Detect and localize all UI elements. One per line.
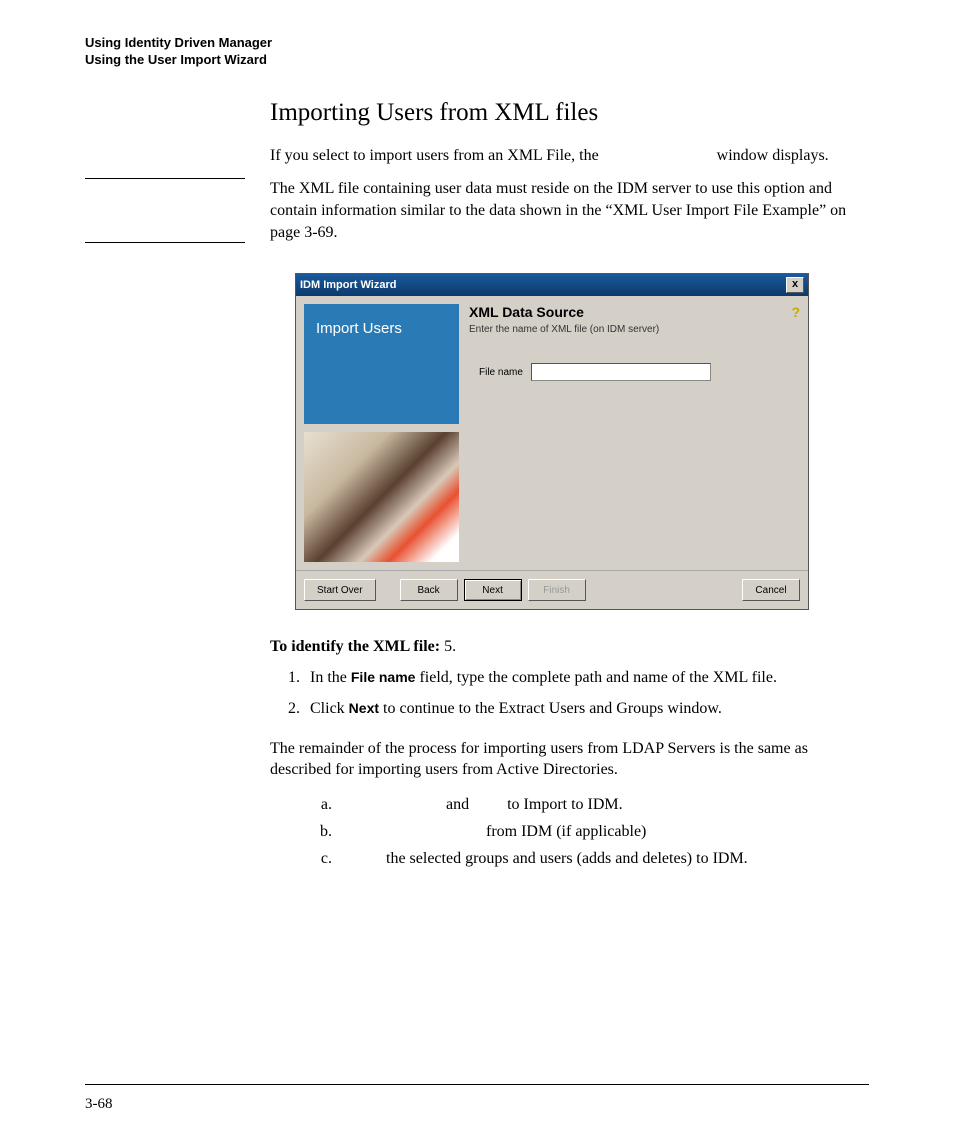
file-name-label: File name — [479, 367, 523, 378]
step2-a: Click — [310, 700, 349, 717]
wizard-decorative-image — [304, 432, 459, 562]
section-title: Importing Users from XML files — [270, 99, 869, 127]
file-name-input[interactable] — [531, 363, 711, 381]
close-icon[interactable]: x — [786, 277, 804, 293]
sub-steps: and to Import to IDM. from IDM (if appli… — [270, 793, 869, 871]
intro-text-b: window displays. — [713, 147, 829, 164]
footer-rule — [85, 1084, 869, 1085]
instruction-lead-bold: To identify the XML file: — [270, 638, 440, 655]
help-icon[interactable]: ? — [791, 304, 800, 320]
sub-b-tail: from IDM (if applicable) — [482, 823, 646, 840]
header-line-1: Using Identity Driven Manager — [85, 35, 869, 52]
wizard-title: IDM Import Wizard — [300, 279, 396, 291]
step-2: Click Next to continue to the Extract Us… — [304, 697, 869, 722]
sub-step-a: and to Import to IDM. — [336, 793, 869, 818]
instruction-lead-tail: 5. — [440, 638, 456, 655]
sub-a-tail: to Import to IDM. — [503, 796, 623, 813]
step1-bold: File name — [351, 669, 416, 685]
page-number: 3-68 — [85, 1096, 113, 1113]
start-over-button[interactable]: Start Over — [304, 579, 376, 601]
idm-import-wizard-dialog: IDM Import Wizard x Import Users ? XML D… — [295, 273, 809, 610]
note-margin-rule — [85, 178, 245, 243]
instruction-lead: To identify the XML file: 5. — [270, 638, 869, 656]
sub-step-c: the selected groups and users (adds and … — [336, 847, 869, 872]
next-button[interactable]: Next — [464, 579, 522, 601]
instruction-steps: In the File name field, type the complet… — [270, 666, 869, 722]
sub-a-mid: and — [442, 796, 473, 813]
sub-c-tail: the selected groups and users (adds and … — [382, 850, 748, 867]
cancel-button[interactable]: Cancel — [742, 579, 800, 601]
wizard-banner-title: Import Users — [316, 320, 402, 337]
step2-b: to continue to the Extract Users and Gro… — [379, 700, 722, 717]
step1-b: field, type the complete path and name o… — [415, 669, 777, 686]
wizard-button-row: Start Over Back Next Finish Cancel — [296, 570, 808, 609]
wizard-heading: XML Data Source — [469, 304, 800, 320]
running-header: Using Identity Driven Manager Using the … — [85, 35, 869, 69]
intro-text-a: If you select to import users from an XM… — [270, 147, 603, 164]
wizard-banner: Import Users — [304, 304, 459, 424]
header-line-2: Using the User Import Wizard — [85, 52, 869, 69]
finish-button: Finish — [528, 579, 586, 601]
sub-step-b: from IDM (if applicable) — [336, 820, 869, 845]
note-text: The XML file containing user data must r… — [270, 178, 869, 243]
wizard-subheading: Enter the name of XML file (on IDM serve… — [469, 324, 800, 335]
remainder-paragraph: The remainder of the process for importi… — [270, 738, 869, 781]
back-button[interactable]: Back — [400, 579, 458, 601]
wizard-titlebar[interactable]: IDM Import Wizard x — [296, 274, 808, 296]
step2-bold: Next — [349, 700, 379, 716]
step-1: In the File name field, type the complet… — [304, 666, 869, 691]
intro-paragraph: If you select to import users from an XM… — [270, 145, 869, 167]
step1-a: In the — [310, 669, 351, 686]
